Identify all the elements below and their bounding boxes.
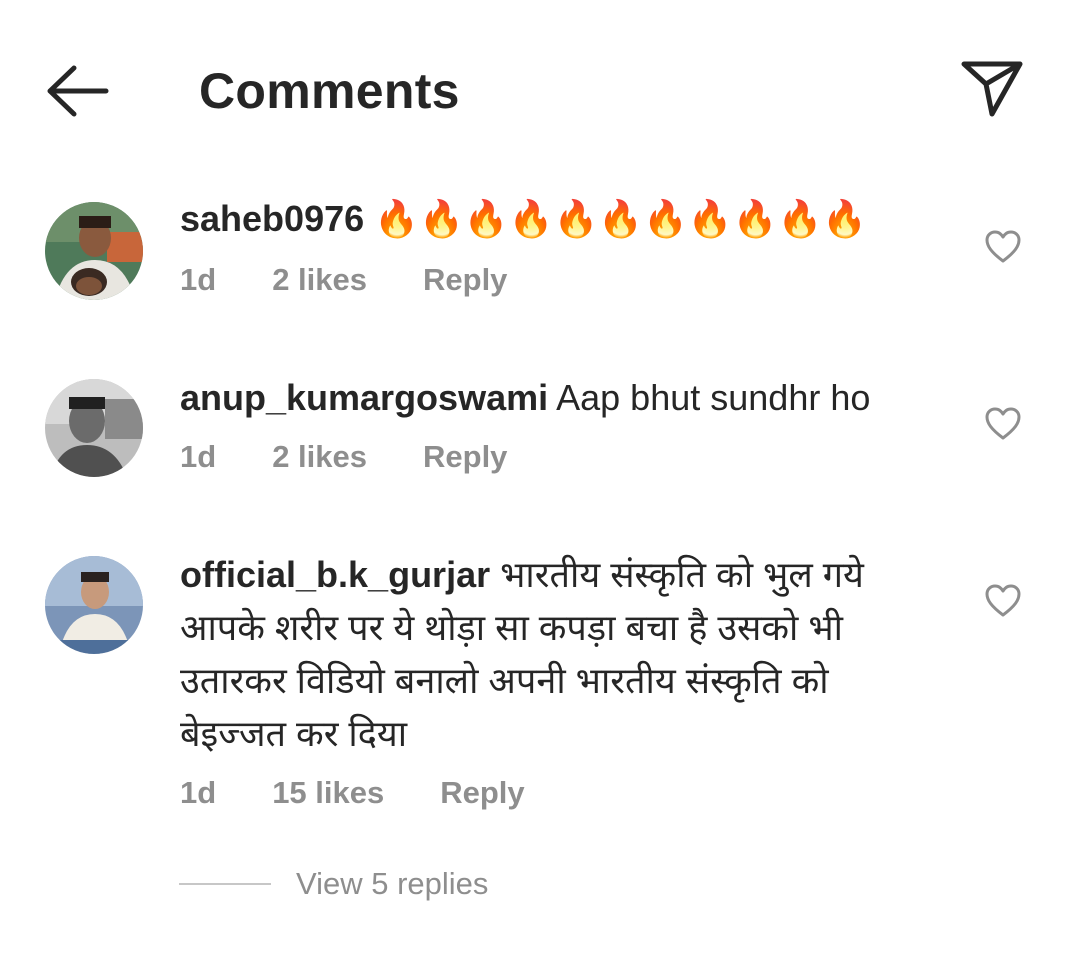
share-button[interactable] bbox=[958, 56, 1026, 120]
heart-icon bbox=[985, 230, 1021, 263]
comment-text: 🔥🔥🔥🔥🔥🔥🔥🔥🔥🔥🔥 bbox=[374, 198, 868, 239]
reply-button[interactable]: Reply bbox=[423, 262, 507, 298]
reply-button[interactable]: Reply bbox=[440, 775, 524, 811]
avatar[interactable] bbox=[45, 202, 143, 300]
likes-count[interactable]: 15 likes bbox=[272, 775, 384, 811]
like-button[interactable] bbox=[985, 230, 1021, 264]
comment-meta: 1d 15 likes Reply bbox=[180, 775, 525, 811]
comment-username[interactable]: anup_kumargoswami bbox=[180, 377, 548, 418]
avatar[interactable] bbox=[45, 556, 143, 654]
paper-plane-icon bbox=[961, 61, 1023, 117]
heart-icon bbox=[985, 584, 1021, 617]
comment-meta: 1d 2 likes Reply bbox=[180, 439, 507, 475]
likes-count[interactable]: 2 likes bbox=[272, 439, 367, 475]
comment-text: Aap bhut sundhr ho bbox=[556, 377, 871, 418]
header-bar: Comments bbox=[0, 0, 1080, 180]
view-replies-label: View 5 replies bbox=[296, 866, 489, 901]
comment-time: 1d bbox=[180, 775, 217, 810]
back-button[interactable] bbox=[40, 60, 112, 122]
comment-meta: 1d 2 likes Reply bbox=[180, 262, 507, 298]
like-button[interactable] bbox=[985, 584, 1021, 618]
arrow-left-icon bbox=[47, 65, 109, 117]
page-title: Comments bbox=[199, 63, 460, 119]
comment-body: official_b.k_gurjar भारतीय संस्कृति को भ… bbox=[180, 548, 910, 760]
comment-time: 1d bbox=[180, 262, 217, 297]
like-button[interactable] bbox=[985, 407, 1021, 441]
reply-button[interactable]: Reply bbox=[423, 439, 507, 475]
comment-time: 1d bbox=[180, 439, 217, 474]
comment-body: anup_kumargoswami Aap bhut sundhr ho bbox=[180, 371, 910, 424]
likes-count[interactable]: 2 likes bbox=[272, 262, 367, 298]
replies-divider bbox=[179, 883, 271, 885]
avatar[interactable] bbox=[45, 379, 143, 477]
comment-username[interactable]: official_b.k_gurjar bbox=[180, 554, 490, 595]
heart-icon bbox=[985, 407, 1021, 440]
comment-username[interactable]: saheb0976 bbox=[180, 198, 364, 239]
comment-body: saheb0976 🔥🔥🔥🔥🔥🔥🔥🔥🔥🔥🔥 bbox=[180, 192, 910, 245]
